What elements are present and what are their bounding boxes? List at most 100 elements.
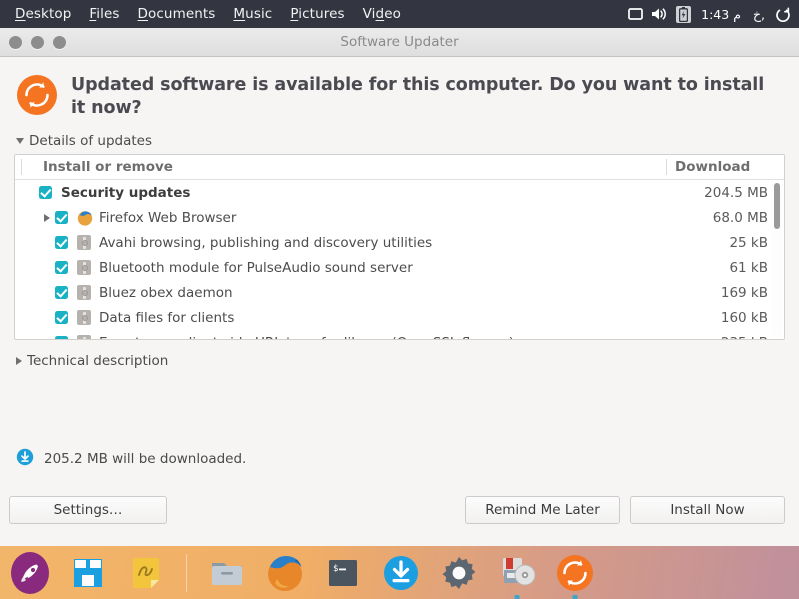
dock-item-terminal[interactable]: $: [321, 551, 365, 595]
list-viewport: Security updates 204.5 MB Firefox Web Br…: [15, 180, 784, 340]
clock[interactable]: م 1:43: [699, 7, 743, 22]
row-size: 160 kB: [720, 309, 768, 326]
menu-item-files[interactable]: Files: [80, 5, 128, 23]
settings-button[interactable]: Settings…: [9, 496, 167, 524]
dock-item-downloader[interactable]: [379, 551, 423, 595]
package-icon: [77, 335, 99, 340]
dock-item-settings[interactable]: [437, 551, 481, 595]
menu-item-documents[interactable]: Documents: [129, 5, 225, 23]
details-expander-label: Details of updates: [29, 133, 152, 150]
headline-row: Updated software is available for this c…: [14, 69, 785, 120]
row-label: Avahi browsing, publishing and discovery…: [99, 234, 433, 251]
remind-me-later-button[interactable]: Remind Me Later: [465, 496, 620, 524]
global-menu-bar: Desktop Files Documents Music Pictures V…: [0, 5, 410, 23]
menu-item-video[interactable]: Video: [354, 5, 410, 23]
row-checkbox-slot[interactable]: [55, 286, 77, 300]
column-header-install-or-remove[interactable]: Install or remove: [21, 159, 666, 176]
window-title: Software Updater: [340, 34, 459, 50]
status-row: 205.2 MB will be downloaded.: [16, 448, 246, 470]
row-checkbox-slot[interactable]: [55, 261, 77, 275]
row-checkbox-slot[interactable]: [55, 236, 77, 250]
row-size: 61 kB: [729, 259, 768, 276]
row-size: 235 kB: [666, 335, 784, 340]
download-info-icon: [16, 448, 34, 470]
row-label: Firefox Web Browser: [99, 209, 237, 226]
table-row[interactable]: Easy to use client-side URL transfer lib…: [15, 330, 784, 340]
running-indicator: [572, 594, 578, 599]
install-now-button[interactable]: Install Now: [630, 496, 785, 524]
software-updater-icon: [16, 74, 58, 120]
row-size: 169 kB: [720, 284, 768, 301]
minimize-button[interactable]: [31, 35, 44, 49]
dock-item-backup[interactable]: [495, 551, 539, 599]
package-icon: [77, 260, 99, 276]
row-checkbox-slot[interactable]: [55, 336, 77, 340]
row-label: Bluez obex daemon: [99, 284, 233, 301]
row-checkbox-slot[interactable]: [55, 211, 77, 225]
column-header-download[interactable]: Download: [666, 159, 784, 176]
dock-item-launcher[interactable]: [8, 551, 52, 595]
top-panel: Desktop Files Documents Music Pictures V…: [0, 0, 799, 28]
row-size: 204.5 MB: [704, 184, 768, 201]
display-icon[interactable]: [628, 7, 643, 21]
chevron-right-icon[interactable]: [44, 213, 50, 222]
table-row[interactable]: Security updates 204.5 MB: [15, 180, 784, 205]
menu-item-desktop[interactable]: Desktop: [6, 5, 80, 23]
package-icon: [77, 310, 99, 326]
row-size: 25 kB: [729, 234, 768, 251]
close-button[interactable]: [9, 35, 22, 49]
row-size: 68.0 MB: [712, 209, 768, 226]
row-label: Easy to use client-side URL transfer lib…: [99, 335, 666, 340]
maximize-button[interactable]: [53, 35, 66, 49]
power-icon[interactable]: [775, 6, 791, 22]
status-text: 205.2 MB will be downloaded.: [44, 451, 247, 467]
dock-item-software-updater[interactable]: [553, 551, 597, 599]
list-header-row: Install or remove Download: [15, 155, 784, 181]
table-row[interactable]: Data files for clients 160 kB: [15, 305, 784, 330]
row-checkbox-slot[interactable]: [55, 311, 77, 325]
system-tray: م 1:43 خ,: [628, 5, 799, 23]
row-label: Bluetooth module for PulseAudio sound se…: [99, 259, 413, 276]
row-label: Security updates: [61, 184, 191, 201]
row-checkbox-slot[interactable]: [39, 186, 61, 200]
page-title: Updated software is available for this c…: [71, 75, 765, 119]
dock: $: [0, 546, 799, 599]
dock-item-workspace-switcher[interactable]: [66, 551, 110, 595]
dock-item-file-manager[interactable]: [205, 551, 249, 595]
checkbox-checked-icon[interactable]: [55, 236, 68, 250]
row-expander[interactable]: [39, 213, 55, 222]
checkbox-checked-icon[interactable]: [39, 186, 52, 200]
chevron-right-icon: [16, 357, 22, 366]
checkbox-checked-icon[interactable]: [55, 311, 68, 325]
checkbox-checked-icon[interactable]: [55, 211, 68, 225]
list-scrollbar[interactable]: [771, 181, 782, 338]
dialog-button-row: Settings… Remind Me Later Install Now: [9, 496, 785, 524]
software-updater-window: Software Updater Updated software is ava…: [0, 28, 799, 546]
battery-charging-icon[interactable]: [676, 5, 692, 23]
dock-item-firefox[interactable]: [263, 551, 307, 595]
window-controls: [0, 35, 66, 49]
checkbox-checked-icon[interactable]: [55, 286, 68, 300]
firefox-icon: [77, 210, 99, 226]
table-row[interactable]: Bluez obex daemon 169 kB: [15, 280, 784, 305]
running-indicator: [514, 594, 520, 599]
checkbox-checked-icon[interactable]: [55, 336, 68, 340]
updates-list: Install or remove Download Security upda…: [14, 154, 785, 341]
volume-icon[interactable]: [651, 7, 668, 21]
details-of-updates-expander[interactable]: Details of updates: [16, 133, 152, 149]
menu-item-music[interactable]: Music: [224, 5, 281, 23]
table-row[interactable]: Bluetooth module for PulseAudio sound se…: [15, 255, 784, 280]
technical-description-expander[interactable]: Technical description: [16, 353, 168, 369]
technical-expander-label: Technical description: [27, 353, 169, 370]
checkbox-checked-icon[interactable]: [55, 261, 68, 275]
table-row[interactable]: Firefox Web Browser 68.0 MB: [15, 205, 784, 230]
menu-item-pictures[interactable]: Pictures: [281, 5, 353, 23]
dock-item-notes[interactable]: [124, 551, 168, 595]
table-row[interactable]: Avahi browsing, publishing and discovery…: [15, 230, 784, 255]
window-titlebar[interactable]: Software Updater: [0, 28, 799, 57]
keyboard-layout-indicator[interactable]: خ,: [751, 7, 767, 22]
package-icon: [77, 235, 99, 251]
package-icon: [77, 285, 99, 301]
scrollbar-thumb[interactable]: [773, 183, 780, 230]
dock-separator: [186, 553, 187, 592]
